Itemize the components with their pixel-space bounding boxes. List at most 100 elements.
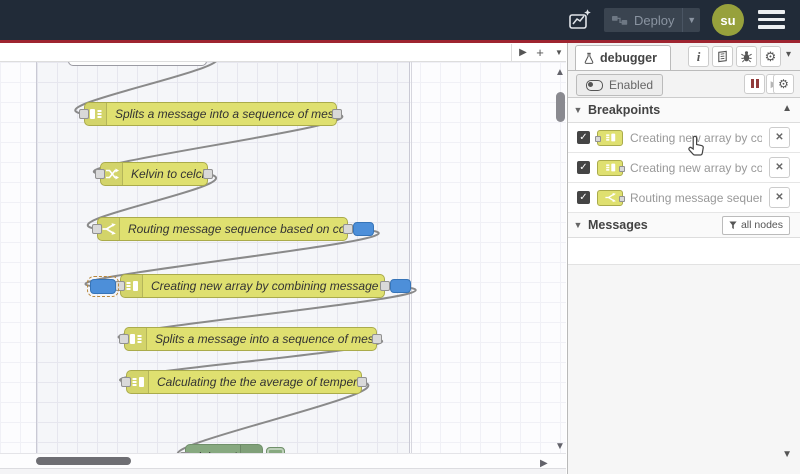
node-red-editor: Deploy ▼ su ▶ + ▼ Splits a message into … bbox=[0, 0, 800, 474]
debugger-enabled-toggle[interactable]: Enabled bbox=[576, 74, 664, 96]
flow-node-creating[interactable]: Creating new array by combining message … bbox=[120, 274, 385, 298]
node-label: Calculating the the average of temperatu… bbox=[157, 375, 361, 389]
node-output-port[interactable] bbox=[357, 377, 367, 387]
message-filter-button[interactable]: all nodes bbox=[721, 215, 790, 235]
flow-node-routing[interactable]: Routing message sequence based on condit… bbox=[97, 217, 348, 241]
breakpoint-list-item[interactable]: ✓ Routing message sequence based on cond… bbox=[568, 183, 800, 213]
main-menu-button[interactable] bbox=[758, 10, 785, 30]
messages-empty-list bbox=[568, 238, 800, 265]
enabled-label: Enabled bbox=[609, 78, 654, 92]
remove-breakpoint-button[interactable]: ✕ bbox=[769, 157, 790, 178]
deploy-icon bbox=[612, 16, 628, 25]
canvas-hscroll-thumb[interactable] bbox=[36, 457, 131, 465]
tab-debugger-label: debugger bbox=[600, 51, 657, 65]
node-label: Creating new array by combining message … bbox=[151, 279, 384, 293]
flow-tabbar: ▶ + ▼ bbox=[0, 43, 566, 62]
toggle-icon bbox=[586, 79, 603, 91]
breakpoint-label: Routing message sequence based on condit… bbox=[630, 190, 762, 205]
output-breakpoint-marker[interactable] bbox=[353, 222, 374, 236]
node-output-port[interactable] bbox=[203, 169, 213, 179]
node-output-port[interactable] bbox=[332, 109, 342, 119]
mini-port bbox=[619, 195, 625, 202]
messages-title: Messages bbox=[588, 218, 648, 232]
gear-icon: ⚙ bbox=[778, 77, 789, 91]
sidebar-tabbar: debugger i ⚙ ▾ bbox=[568, 43, 800, 71]
flow-list-icon[interactable]: ▼ bbox=[550, 43, 568, 61]
sidebar-collapse-icon[interactable]: ▾ bbox=[786, 49, 791, 60]
join-node-icon bbox=[605, 133, 615, 142]
breakpoint-label: Creating new array by combining message … bbox=[630, 160, 762, 175]
settings-tab-button[interactable]: ⚙ bbox=[760, 46, 781, 67]
flow-node-kelvin[interactable]: Kelvin to celcius bbox=[100, 162, 208, 186]
node-input-port[interactable] bbox=[115, 281, 125, 291]
pause-icon bbox=[750, 75, 760, 93]
canvas-scroll-right-icon[interactable]: ▶ bbox=[540, 459, 548, 469]
switch-node-icon bbox=[604, 192, 616, 203]
split-node-icon bbox=[89, 109, 101, 119]
debug-tab-button[interactable] bbox=[736, 46, 757, 67]
input-breakpoint-marker[interactable] bbox=[86, 275, 120, 297]
remove-breakpoint-button[interactable]: ✕ bbox=[769, 187, 790, 208]
node-input-port[interactable] bbox=[119, 334, 129, 344]
messages-section-header[interactable]: ▼ Messages all nodes bbox=[568, 213, 800, 238]
mini-port bbox=[619, 165, 625, 172]
breakpoint-checkbox[interactable]: ✓ bbox=[577, 131, 590, 144]
info-icon: i bbox=[696, 48, 701, 64]
switch-node-icon bbox=[102, 223, 116, 235]
user-avatar[interactable]: su bbox=[712, 4, 744, 36]
canvas-scroll-up-icon[interactable]: ▲ bbox=[555, 68, 565, 78]
flow-node-split-2[interactable]: Splits a message into a sequence of mess… bbox=[124, 327, 377, 351]
bug-icon bbox=[741, 51, 752, 63]
add-flow-button[interactable]: + bbox=[531, 43, 549, 61]
info-tab-button[interactable]: i bbox=[688, 46, 709, 67]
breakpoint-list-item[interactable]: ✓ Creating new array by combining messag… bbox=[568, 123, 800, 153]
export-flow-icon[interactable] bbox=[565, 7, 595, 33]
flow-node-split-1[interactable]: Splits a message into a sequence of mess… bbox=[84, 102, 337, 126]
node-input-port[interactable] bbox=[79, 109, 89, 119]
canvas-vscroll-thumb[interactable] bbox=[556, 92, 565, 122]
flow-canvas[interactable]: Splits a message into a sequence of mess… bbox=[0, 62, 566, 468]
mini-port bbox=[595, 135, 601, 142]
breakpoint-list-item[interactable]: ✓ Creating new array by combining messag… bbox=[568, 153, 800, 183]
breakpoint-node-icon bbox=[595, 129, 623, 146]
output-breakpoint-marker[interactable] bbox=[390, 279, 411, 293]
deploy-label: Deploy bbox=[634, 12, 675, 28]
chevron-down-icon: ▼ bbox=[573, 220, 583, 230]
debugger-settings-button[interactable]: ⚙ bbox=[773, 74, 794, 94]
flask-icon bbox=[584, 52, 594, 64]
canvas-footer bbox=[0, 468, 566, 474]
node-input-port[interactable] bbox=[92, 224, 102, 234]
tab-scroll-right-icon[interactable]: ▶ bbox=[514, 43, 532, 61]
split-node-icon bbox=[129, 334, 141, 344]
canvas-scroll-down-icon[interactable]: ▼ bbox=[555, 442, 565, 452]
breakpoint-checkbox[interactable]: ✓ bbox=[577, 191, 590, 204]
sidebar-scroll-down-icon[interactable]: ▼ bbox=[782, 449, 792, 460]
breakpoint-checkbox[interactable]: ✓ bbox=[577, 161, 590, 174]
remove-breakpoint-button[interactable]: ✕ bbox=[769, 127, 790, 148]
filter-label: all nodes bbox=[740, 219, 783, 231]
deploy-button[interactable]: Deploy ▼ bbox=[604, 8, 700, 32]
tab-debugger[interactable]: debugger bbox=[575, 45, 671, 70]
sidebar: debugger i ⚙ ▾ Enabled ⚙ ▼ Breakpoints ✓… bbox=[567, 43, 800, 474]
node-label: Kelvin to celcius bbox=[131, 167, 207, 181]
debugger-toolbar: Enabled ▶▏ ⚙ bbox=[568, 71, 800, 98]
header-bar: Deploy ▼ su bbox=[0, 0, 800, 40]
gear-icon: ⚙ bbox=[764, 48, 777, 64]
node-label: Routing message sequence based on condit… bbox=[128, 222, 347, 236]
funnel-icon bbox=[729, 221, 737, 229]
node-input-port[interactable] bbox=[121, 377, 131, 387]
breakpoint-node-icon bbox=[597, 189, 625, 206]
node-input-port[interactable] bbox=[95, 169, 105, 179]
library-tab-button[interactable] bbox=[712, 46, 733, 67]
pause-button[interactable] bbox=[744, 74, 765, 94]
flow-node-offscreen-node[interactable] bbox=[68, 62, 207, 66]
flow-node-average[interactable]: Calculating the the average of temperatu… bbox=[126, 370, 362, 394]
chevron-down-icon: ▼ bbox=[573, 105, 583, 115]
node-output-port[interactable] bbox=[372, 334, 382, 344]
breakpoints-section-header[interactable]: ▼ Breakpoints bbox=[568, 98, 800, 123]
node-output-port[interactable] bbox=[343, 224, 353, 234]
deploy-options-caret[interactable]: ▼ bbox=[682, 8, 700, 32]
join-node-icon bbox=[126, 281, 138, 291]
node-output-port[interactable] bbox=[380, 281, 390, 291]
sidebar-scroll-up-icon[interactable]: ▲ bbox=[782, 103, 792, 114]
